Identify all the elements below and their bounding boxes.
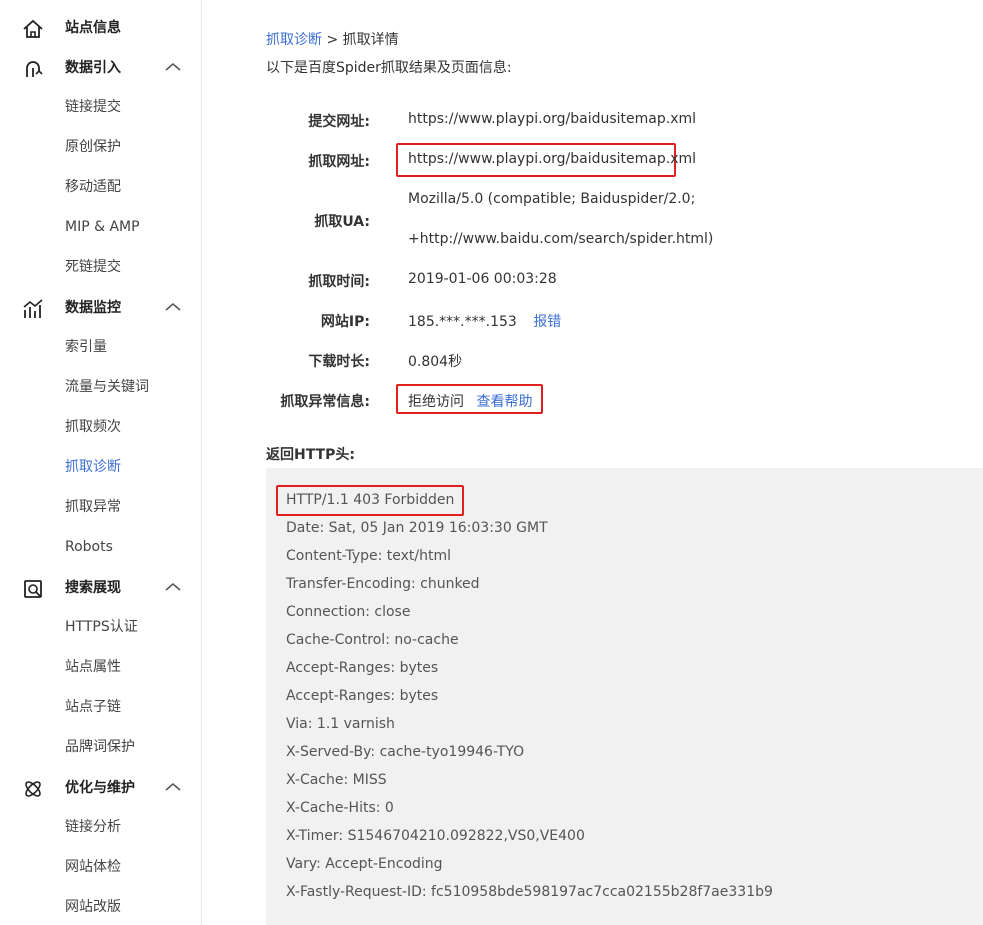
http-header-line: X-Served-By: cache-tyo19946-TYO	[286, 744, 525, 760]
sidebar-item-brand-protect[interactable]: 品牌词保护	[65, 737, 135, 757]
ua-value-line1: Mozilla/5.0 (compatible; Baiduspider/2.0…	[408, 191, 696, 207]
sidebar-item-dead-link[interactable]: 死链提交	[65, 257, 121, 277]
ua-value-line2: +http://www.baidu.com/search/spider.html…	[408, 231, 714, 247]
crawl-url-label: 抓取网址:	[308, 154, 370, 170]
sidebar-item-link-analysis[interactable]: 链接分析	[65, 817, 121, 837]
chevron-up-icon[interactable]	[164, 580, 182, 594]
search-display-icon	[24, 580, 42, 598]
submit-url-value: https://www.playpi.org/baidusitemap.xml	[408, 111, 697, 127]
sidebar-item-link-submit[interactable]: 链接提交	[65, 97, 121, 117]
http-header-line: HTTP/1.1 403 Forbidden	[286, 492, 455, 508]
home-icon	[23, 19, 43, 38]
sidebar-section-data-monitor[interactable]: 数据监控	[0, 288, 201, 328]
sidebar-item-site-checkup[interactable]: 网站体检	[65, 857, 121, 877]
sidebar-item-traffic-keywords[interactable]: 流量与关键词	[65, 377, 149, 397]
crawl-time-label: 抓取时间:	[308, 274, 370, 290]
atom-optimize-icon	[25, 781, 41, 797]
http-header-line: Date: Sat, 05 Jan 2019 16:03:30 GMT	[286, 520, 548, 536]
report-error-link[interactable]: 报错	[533, 314, 561, 330]
intro-text: 以下是百度Spider抓取结果及页面信息:	[266, 60, 512, 76]
breadcrumb-separator: >	[326, 32, 339, 48]
http-header-line: Content-Type: text/html	[286, 548, 452, 564]
breadcrumb: 抓取诊断 > 抓取详情	[266, 29, 399, 49]
data-import-icon	[26, 61, 43, 77]
sidebar-section-data-import[interactable]: 数据引入	[0, 48, 201, 88]
http-header-line: Accept-Ranges: bytes	[286, 688, 439, 704]
crawl-url-value: https://www.playpi.org/baidusitemap.xml	[408, 151, 697, 167]
http-header-line: Transfer-Encoding: chunked	[286, 576, 480, 592]
http-header-line: X-Cache-Hits: 0	[286, 800, 394, 816]
crawl-error-label: 抓取异常信息:	[280, 394, 370, 410]
sidebar-item-sitelinks[interactable]: 站点子链	[65, 697, 121, 717]
http-header-title: 返回HTTP头:	[266, 447, 355, 463]
sidebar-item-crawl-frequency[interactable]: 抓取频次	[65, 417, 121, 437]
download-time-label: 下载时长:	[308, 354, 370, 370]
chevron-up-icon[interactable]	[164, 780, 182, 794]
breadcrumb-link[interactable]: 抓取诊断	[266, 32, 322, 48]
sidebar-item-index-volume[interactable]: 索引量	[65, 337, 107, 357]
sidebar-section-label: 数据引入	[65, 60, 121, 76]
http-header-line: Cache-Control: no-cache	[286, 632, 459, 648]
sidebar-section-search-display[interactable]: 搜索展现	[0, 568, 201, 608]
site-ip-label: 网站IP:	[320, 314, 370, 330]
http-header-line: Connection: close	[286, 604, 411, 620]
breadcrumb-current: 抓取详情	[342, 32, 399, 48]
crawl-error-value: 拒绝访问	[408, 394, 464, 410]
http-header-line: X-Timer: S1546704210.092822,VS0,VE400	[286, 828, 585, 844]
sidebar-item-original-protect[interactable]: 原创保护	[65, 137, 121, 157]
sidebar-item-site-revision[interactable]: 网站改版	[65, 897, 121, 917]
sidebar-item-site-attribute[interactable]: 站点属性	[65, 657, 121, 677]
site-ip-row: 185.***.***.153 报错	[408, 311, 561, 331]
ua-label: 抓取UA:	[314, 214, 370, 230]
chevron-up-icon[interactable]	[164, 300, 182, 314]
http-header-line: X-Fastly-Request-ID: fc510958bde598197ac…	[286, 884, 773, 900]
sidebar-section-label: 数据监控	[65, 300, 121, 316]
sidebar-item-https[interactable]: HTTPS认证	[65, 617, 138, 637]
sidebar-item-mobile-adapt[interactable]: 移动适配	[65, 177, 121, 197]
http-header-line: Vary: Accept-Encoding	[286, 856, 443, 872]
download-time-value: 0.804秒	[408, 354, 463, 370]
chart-monitor-icon	[23, 299, 43, 318]
sidebar-section-label: 优化与维护	[65, 780, 135, 796]
http-header-line: X-Cache: MISS	[286, 772, 387, 788]
sidebar: 站点信息 数据引入 链接提交 原创保护 移动适配 MIP & AMP 死链提交 …	[0, 0, 202, 925]
sidebar-item-crawl-diagnosis[interactable]: 抓取诊断	[65, 457, 121, 477]
sidebar-item-robots[interactable]: Robots	[65, 537, 113, 557]
view-help-link[interactable]: 查看帮助	[476, 394, 532, 410]
site-ip-value: 185.***.***.153	[408, 314, 517, 330]
http-header-line: Via: 1.1 varnish	[286, 716, 395, 732]
sidebar-item-crawl-errors[interactable]: 抓取异常	[65, 497, 121, 517]
sidebar-section-label: 搜索展现	[65, 580, 121, 596]
crawl-error-row: 拒绝访问 查看帮助	[408, 391, 532, 411]
sidebar-section-optimize[interactable]: 优化与维护	[0, 768, 201, 808]
http-header-line: Accept-Ranges: bytes	[286, 660, 439, 676]
crawl-time-value: 2019-01-06 00:03:28	[408, 271, 557, 287]
chevron-up-icon[interactable]	[164, 60, 182, 74]
submit-url-label: 提交网址:	[308, 114, 370, 130]
sidebar-section-label: 站点信息	[65, 20, 121, 36]
sidebar-section-site-info[interactable]: 站点信息	[0, 8, 201, 48]
sidebar-item-mip-amp[interactable]: MIP & AMP	[65, 217, 140, 237]
